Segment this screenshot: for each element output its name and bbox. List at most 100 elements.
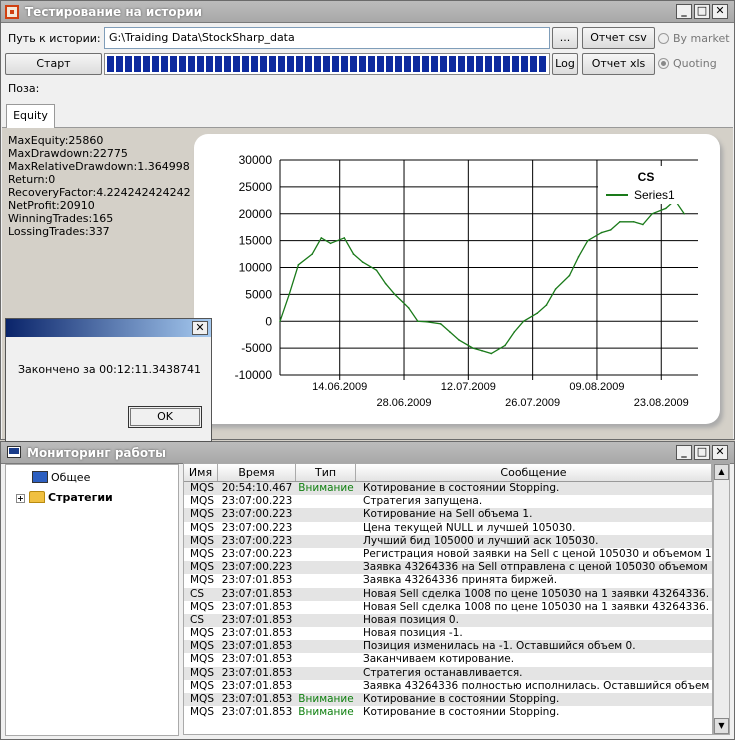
legend-label: Series1 <box>634 188 675 202</box>
series-point <box>651 212 653 215</box>
log-row[interactable]: MQS 20:54:10.467 Внимание Котирование в сос… <box>184 482 712 496</box>
cell-name: MQS <box>190 600 214 613</box>
equity-chart: 30000 25000 20000 15000 10000 5000 0 -5000 -1000… <box>194 134 720 424</box>
cell-message: Лучший бид 105000 и лучший аск 105030. <box>363 534 599 547</box>
log-row[interactable]: CS 23:07:01.853 Новая Sell сделка 1008 по … <box>184 587 712 601</box>
log-row[interactable]: MQS 23:07:01.853 Внимание Котирование в сос… <box>184 706 712 719</box>
log-grid-header: Имя Время Тип Сообщение <box>184 464 712 482</box>
log-scrollbar[interactable]: ▲ ▼ <box>713 463 730 735</box>
tree-item-label: Стратегии <box>48 491 113 504</box>
series-point <box>600 231 603 234</box>
cell-type <box>296 561 356 574</box>
log-row[interactable]: MQS 23:07:00.223 Лучший бид 105000 и лучши… <box>184 534 712 548</box>
minimize-button[interactable]: _ <box>676 4 692 19</box>
stat-line: NetProfit:20910 <box>8 199 95 212</box>
cell-type <box>296 535 356 548</box>
series-point <box>513 331 516 333</box>
log-button[interactable]: Log <box>552 53 578 75</box>
scroll-up-icon[interactable]: ▲ <box>714 464 729 480</box>
close-button[interactable]: ✕ <box>712 445 728 460</box>
series-point <box>586 239 589 242</box>
log-row[interactable]: MQS 23:07:01.853 Позиция изменилась на -1.… <box>184 640 712 654</box>
y-tick-label: -10000 <box>235 368 273 382</box>
tab-equity[interactable]: Equity <box>6 104 55 128</box>
log-row[interactable]: MQS 23:07:01.853 Стратегия останавливается… <box>184 666 712 680</box>
series-point <box>665 207 667 210</box>
cell-name: MQS <box>190 666 214 679</box>
cell-message: Новая позиция 0. <box>363 613 459 626</box>
series-point <box>536 312 539 314</box>
log-row[interactable]: MQS 23:07:01.853 Заявка 43264336 полностью… <box>184 680 712 693</box>
report-csv-button[interactable]: Отчет csv <box>582 27 655 49</box>
series-point <box>449 331 451 333</box>
cell-message: Регистрация новой заявки на Sell с ценой… <box>363 547 712 560</box>
tree-item-strategies[interactable]: + Стратегии <box>16 491 113 504</box>
cell-type <box>296 667 356 680</box>
column-header-type[interactable]: Тип <box>296 464 356 481</box>
log-row[interactable]: MQS 23:07:01.853 Внимание Котирование в сос… <box>184 693 712 707</box>
cell-time: 23:07:01.853 <box>221 600 293 613</box>
cell-time: 23:07:00.223 <box>221 495 293 508</box>
log-row[interactable]: MQS 23:07:01.853 Заканчиваем котирование. <box>184 653 712 666</box>
series-point <box>384 282 387 285</box>
x-tick-label: 26.07.2009 <box>505 397 560 409</box>
maximize-button[interactable]: □ <box>694 445 710 460</box>
log-row[interactable]: MQS 23:07:00.223 Стратегия запущена. <box>184 495 712 508</box>
cell-message: Заявка 43264336 полностью исполнилась. О… <box>363 679 712 692</box>
cell-type: Внимание <box>298 693 354 705</box>
stat-line: RecoveryFactor:4.224242424242424242 <box>8 186 190 199</box>
log-row[interactable]: MQS 23:07:00.223 Заявка 43264336 на Sell о… <box>184 561 712 575</box>
cell-type <box>296 627 356 640</box>
log-row[interactable]: MQS 23:07:01.853 Новая позиция -1. <box>184 627 712 640</box>
ok-button[interactable]: OK <box>128 406 202 428</box>
start-button[interactable]: Старт <box>5 53 102 75</box>
by-market-radio[interactable]: By market <box>658 32 730 45</box>
computer-icon <box>32 471 48 483</box>
series-point <box>417 320 419 323</box>
quoting-radio[interactable]: Quoting <box>658 57 717 70</box>
cell-name: MQS <box>190 640 214 653</box>
monitoring-title: Мониторинг работы <box>27 446 166 460</box>
expand-icon[interactable]: + <box>16 494 25 503</box>
series-point <box>568 274 571 277</box>
dialog-close-button[interactable]: ✕ <box>192 321 208 335</box>
history-path-input[interactable]: G:\Traiding Data\StockSharp_data <box>104 27 550 49</box>
column-header-time[interactable]: Время <box>218 464 296 481</box>
log-row[interactable]: MQS 23:07:01.853 Новая Sell сделка 1008 по… <box>184 601 712 614</box>
y-tick-label: 20000 <box>239 207 273 221</box>
minimize-button[interactable]: _ <box>676 445 692 460</box>
stat-line: MaxRelativeDrawdown:1.364998501622 <box>8 160 190 173</box>
radio-on-icon <box>658 58 669 69</box>
report-xls-button[interactable]: Отчет xls <box>582 53 655 75</box>
column-header-name[interactable]: Имя <box>184 464 218 481</box>
cell-type <box>296 640 356 653</box>
stat-line: MaxEquity:25860 <box>8 134 104 147</box>
log-row[interactable]: MQS 23:07:00.223 Регистрация новой заявки … <box>184 548 712 561</box>
cell-message: Котирование в состоянии Stopping. <box>363 482 560 494</box>
backtest-titlebar[interactable]: Тестирование на истории _ □ ✕ <box>1 1 734 23</box>
window-title: Тестирование на истории <box>25 5 203 19</box>
column-header-message[interactable]: Сообщение <box>356 464 712 481</box>
close-button[interactable]: ✕ <box>712 4 728 19</box>
log-row[interactable]: MQS 23:07:01.853 Заявка 43264336 принята б… <box>184 574 712 587</box>
tree-item-general[interactable]: Общее <box>32 471 90 484</box>
cell-message: Заявка 43264336 на Sell отправлена с цен… <box>363 561 712 574</box>
cell-message: Котирование в состоянии Stopping. <box>363 693 560 705</box>
log-row[interactable]: CS 23:07:01.853 Новая позиция 0. <box>184 613 712 628</box>
cell-time: 23:07:01.853 <box>221 706 293 719</box>
cell-time: 23:07:01.853 <box>221 653 293 666</box>
browse-button[interactable]: ... <box>552 27 578 49</box>
series-point <box>481 350 483 352</box>
cell-type <box>296 574 356 587</box>
log-row[interactable]: MQS 23:07:00.223 Котирование на Sell объем… <box>184 508 712 522</box>
finished-dialog: ✕ Закончено за 00:12:11.3438741 OK <box>5 318 212 442</box>
cell-name: MQS <box>190 706 214 719</box>
scroll-down-icon[interactable]: ▼ <box>714 718 729 734</box>
progress-bar <box>104 53 550 75</box>
maximize-button[interactable]: □ <box>694 4 710 19</box>
dialog-titlebar[interactable]: ✕ <box>6 319 211 337</box>
series-point <box>426 320 428 323</box>
monitoring-titlebar[interactable]: Мониторинг работы _ □ ✕ <box>1 442 734 464</box>
series-point <box>439 323 442 325</box>
log-row[interactable]: MQS 23:07:00.223 Цена текущей NULL и лучше… <box>184 522 712 535</box>
